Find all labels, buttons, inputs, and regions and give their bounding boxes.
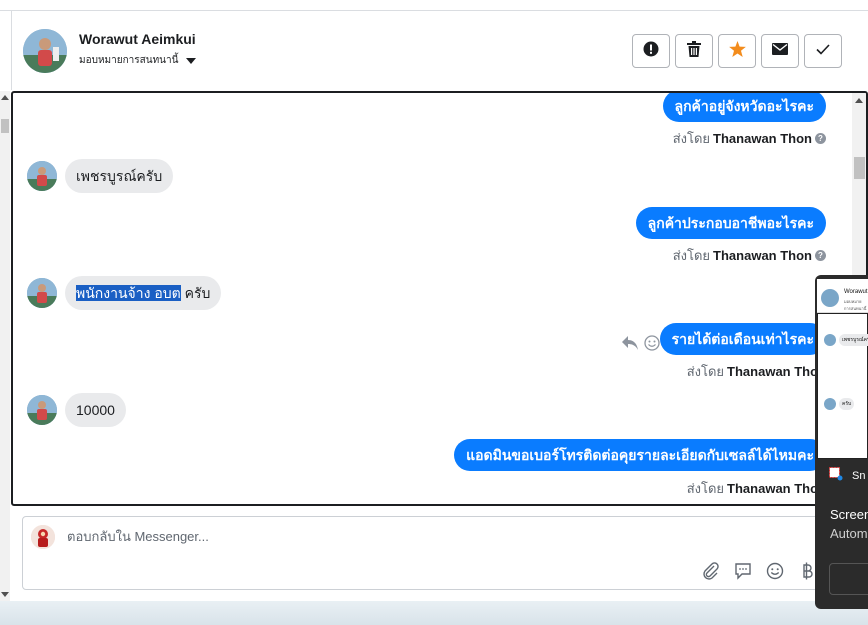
check-icon: [816, 42, 830, 60]
message-hover-tools: [622, 335, 660, 356]
message-text: แอดมินขอเบอร์โทรติดต่อคุยรายละเอียดกับเซ…: [466, 447, 814, 463]
preview-thread: เพชรบูรณ์ครับ ครับ: [817, 313, 868, 459]
preview-msg-avatar: [824, 398, 836, 410]
exclamation-icon: [643, 41, 659, 62]
sent-by-line: ส่งโดย Thanawan Thon: [687, 478, 826, 499]
incoming-message-row: 10000: [27, 393, 126, 427]
smiley-icon[interactable]: [765, 561, 785, 581]
incoming-message[interactable]: เพชรบูรณ์ครับ: [65, 159, 174, 193]
page-scrollbar[interactable]: [0, 91, 10, 601]
header-actions: [632, 34, 842, 68]
sent-by-prefix: ส่งโดย: [686, 364, 725, 379]
incoming-message-row: พนักงานจ้าง อบต ครับ: [27, 276, 222, 310]
taskbar-strip: [0, 601, 868, 625]
snip-notification-title: Screen Autom: [830, 505, 868, 543]
caret-down-icon: [186, 57, 197, 64]
thread-scrollbar-thumb[interactable]: [854, 157, 865, 179]
preview-avatar: [821, 289, 839, 307]
snip-title-line: Screen: [830, 507, 868, 522]
baht-icon[interactable]: [797, 561, 817, 581]
paperclip-icon[interactable]: [701, 561, 721, 581]
reply-arrow-icon[interactable]: [622, 336, 638, 355]
sender-name: Thanawan Thon: [713, 131, 812, 146]
preview-header: Worawut มอบหมายการสนทนานี้: [817, 279, 868, 313]
envelope-icon: [772, 42, 788, 60]
star-icon: [728, 40, 746, 62]
message-text: ครับ: [180, 285, 211, 301]
react-smiley-icon[interactable]: [644, 335, 660, 356]
done-button[interactable]: [804, 34, 842, 68]
sender-avatar[interactable]: [27, 161, 57, 191]
conversation-thread[interactable]: ลูกค้าอยู่จังหวัดอะไรคะ ส่งโดย Thanawan …: [11, 91, 868, 506]
user-avatar[interactable]: [23, 29, 67, 73]
preview-msg-avatar: [824, 334, 836, 346]
user-name: Worawut Aeimkui: [79, 31, 196, 47]
mail-button[interactable]: [761, 34, 799, 68]
sender-name: Thanawan Thon: [727, 481, 826, 496]
assign-label: มอบหมายการสนทนานี้: [79, 55, 179, 66]
preview-sub: มอบหมายการสนทนานี้: [844, 299, 867, 311]
outgoing-message[interactable]: แอดมินขอเบอร์โทรติดต่อคุยรายละเอียดกับเซ…: [454, 439, 826, 471]
outgoing-message[interactable]: ลูกค้าอยู่จังหวัดอะไรคะ: [662, 93, 826, 122]
screenshot-notification[interactable]: Worawut มอบหมายการสนทนานี้ เพชรบูรณ์ครับ…: [815, 275, 868, 609]
reply-composer: [22, 516, 832, 590]
outgoing-message[interactable]: รายได้ต่อเดือนเท่าไรคะ: [659, 323, 826, 355]
message-text: 10000: [76, 402, 115, 418]
sender-name: Thanawan Thon: [727, 364, 826, 379]
messenger-inbox-page: Worawut Aeimkui มอบหมายการสนทนานี้ ลูกค้…: [0, 0, 868, 625]
sent-by-prefix: ส่งโดย: [672, 248, 711, 263]
screenshot-preview[interactable]: Worawut มอบหมายการสนทนานี้ เพชรบูรณ์ครับ…: [817, 279, 868, 459]
snip-app-row: Sn: [829, 467, 865, 484]
message-text: รายได้ต่อเดือนเท่าไรคะ: [671, 331, 814, 347]
message-text: ลูกค้าประกอบอาชีพอะไรคะ: [647, 215, 814, 231]
alert-button[interactable]: [632, 34, 670, 68]
preview-message-row: เพชรบูรณ์ครับ: [824, 334, 868, 346]
preview-message: ครับ: [839, 398, 855, 410]
preview-message: เพชรบูรณ์ครับ: [839, 334, 868, 346]
snip-subtitle-line: Autom: [830, 526, 868, 541]
sent-by-line: ส่งโดย Thanawan Thon: [687, 361, 826, 382]
assign-conversation-dropdown[interactable]: มอบหมายการสนทนานี้: [79, 53, 197, 68]
delete-button[interactable]: [675, 34, 713, 68]
page-avatar: [31, 525, 55, 549]
incoming-message-row: เพชรบูรณ์ครับ: [27, 159, 174, 193]
incoming-message[interactable]: พนักงานจ้าง อบต ครับ: [65, 276, 222, 310]
speech-bubble-icon[interactable]: [733, 561, 753, 581]
trash-icon: [687, 40, 701, 62]
conversation-header: Worawut Aeimkui มอบหมายการสนทนานี้: [12, 11, 868, 91]
question-icon[interactable]: ?: [815, 133, 826, 144]
star-button[interactable]: [718, 34, 756, 68]
reply-toolbar: [701, 561, 817, 581]
sender-name: Thanawan Thon: [713, 248, 812, 263]
snip-app-label: Sn: [852, 469, 866, 482]
question-icon[interactable]: ?: [815, 250, 826, 261]
message-text: ลูกค้าอยู่จังหวัดอะไรคะ: [674, 98, 815, 114]
scroll-up-arrow-icon[interactable]: [855, 98, 863, 103]
scroll-up-arrow-icon[interactable]: [1, 95, 9, 100]
selected-text[interactable]: พนักงานจ้าง อบต: [76, 285, 181, 301]
page-scrollbar-thumb[interactable]: [1, 119, 9, 133]
sender-avatar[interactable]: [27, 278, 57, 308]
preview-message-row: ครับ: [824, 398, 855, 410]
sent-by-prefix: ส่งโดย: [686, 481, 725, 496]
message-text: เพชรบูรณ์ครับ: [76, 168, 163, 184]
preview-name: Worawut: [844, 289, 868, 295]
outgoing-message[interactable]: ลูกค้าประกอบอาชีพอะไรคะ: [635, 207, 826, 239]
sent-by-line: ส่งโดย Thanawan Thon ?: [673, 245, 826, 266]
sent-by-line: ส่งโดย Thanawan Thon ?: [673, 128, 826, 149]
incoming-message[interactable]: 10000: [65, 393, 126, 427]
snip-action-button[interactable]: [829, 563, 868, 595]
snipping-tool-icon: [829, 467, 843, 484]
reply-input[interactable]: [67, 529, 767, 544]
sender-avatar[interactable]: [27, 395, 57, 425]
sent-by-prefix: ส่งโดย: [672, 131, 711, 146]
scroll-down-arrow-icon[interactable]: [1, 592, 9, 597]
